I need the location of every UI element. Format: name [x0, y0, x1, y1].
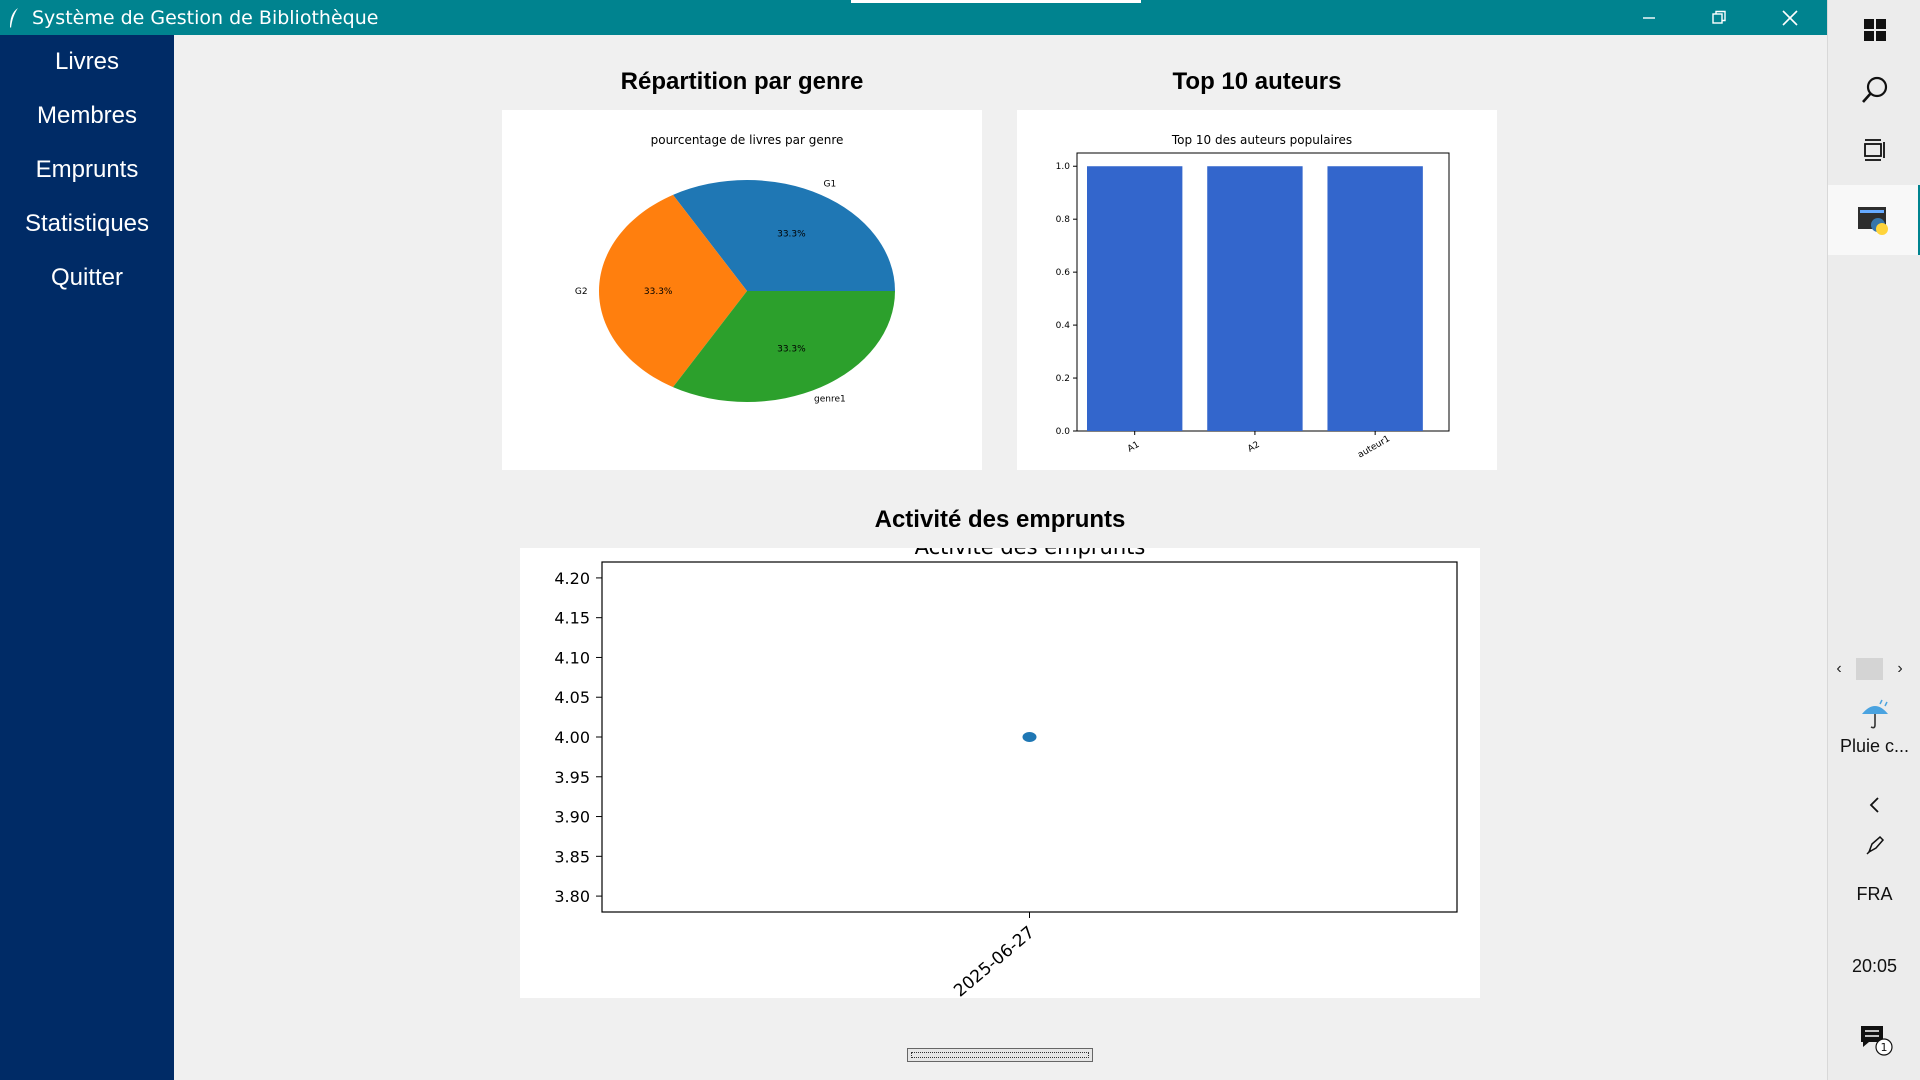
bottom-scroll-handle[interactable] — [907, 1048, 1093, 1062]
search-icon — [1861, 76, 1887, 103]
weather-label[interactable]: Pluie c... — [1828, 733, 1920, 759]
y-tick-label: 3.95 — [554, 768, 590, 787]
y-tick-label: 0.0 — [1056, 427, 1071, 437]
sidebar-item-livres[interactable]: Livres — [0, 35, 174, 89]
weather-icon-wrap[interactable] — [1828, 695, 1920, 733]
minimize-icon — [1643, 16, 1655, 19]
task-view-button[interactable] — [1828, 128, 1920, 172]
y-tick-label: 4.00 — [554, 728, 590, 747]
genre-pie-chart: pourcentage de livres par genre 33.3% G1 3… — [502, 110, 982, 470]
minimize-button[interactable] — [1614, 0, 1684, 35]
scroll-left-icon[interactable]: ‹ — [1828, 660, 1850, 678]
y-tick-label: 0.4 — [1056, 321, 1071, 331]
bar — [1087, 166, 1183, 431]
notification-center-button[interactable]: 1 — [1828, 1018, 1920, 1058]
y-tick-label: 1.0 — [1056, 162, 1071, 172]
pie-category-label: G1 — [824, 179, 837, 189]
python-app-icon — [1858, 207, 1888, 235]
chevron-left-icon — [1869, 797, 1879, 813]
restore-button[interactable] — [1684, 0, 1754, 35]
x-tick-label: A1 — [1126, 440, 1141, 455]
sidebar-item-quitter[interactable]: Quitter — [0, 251, 174, 305]
y-tick-label: 4.15 — [554, 609, 590, 628]
authors-section-title: Top 10 auteurs — [1172, 68, 1342, 95]
notification-count: 1 — [1880, 1041, 1887, 1054]
x-tick-label: 2025-06-27 — [950, 923, 1039, 998]
taskbar-app-python[interactable] — [1828, 185, 1920, 255]
language-indicator[interactable]: FRA — [1828, 880, 1920, 908]
sidebar-item-statistiques[interactable]: Statistiques — [0, 197, 174, 251]
y-tick-label: 4.10 — [554, 648, 590, 667]
y-tick-label: 0.8 — [1056, 215, 1071, 225]
x-tick-label: auteur1 — [1356, 434, 1392, 460]
search-button[interactable] — [1828, 68, 1920, 112]
sidebar-item-membres[interactable]: Membres — [0, 89, 174, 143]
notification-icon: 1 — [1860, 1026, 1893, 1056]
close-icon — [1782, 9, 1798, 26]
umbrella-rain-icon — [1861, 699, 1888, 729]
authors-bar-chart: Top 10 des auteurs populaires 0.0 0.2 0.4 0… — [1017, 110, 1497, 470]
task-view-icon — [1863, 139, 1885, 161]
taskbar: ‹ › Pluie c... FRA 20:05 1 — [1827, 0, 1920, 1080]
restore-icon — [1712, 10, 1726, 24]
window-title: Système de Gestion de Bibliothèque — [32, 6, 379, 29]
sidebar-item-emprunts[interactable]: Emprunts — [0, 143, 174, 197]
pen-button[interactable] — [1828, 830, 1920, 860]
y-tick-label: 3.85 — [554, 847, 590, 866]
bar — [1327, 166, 1423, 431]
title-bar-highlight — [851, 0, 1141, 3]
sidebar: Livres Membres Emprunts Statistiques Qui… — [0, 35, 174, 1080]
y-tick-label: 4.20 — [554, 569, 590, 588]
start-button[interactable] — [1828, 10, 1920, 50]
pie-category-label: G2 — [575, 287, 588, 297]
pie-chart-svg: pourcentage de livres par genre 33.3% G1 3… — [575, 133, 895, 405]
y-tick-label: 0.6 — [1056, 268, 1071, 278]
pie-pct-label: 33.3% — [777, 229, 806, 239]
pie-chart-title: pourcentage de livres par genre — [651, 133, 844, 147]
y-tick-label: 3.90 — [554, 808, 590, 827]
scatter-chart-svg: Activité des emprunts 3.80 3.85 3.90 3.95 4.… — [554, 548, 1458, 998]
activity-section-title: Activité des emprunts — [874, 506, 1126, 533]
pie-category-label: genre1 — [814, 395, 846, 405]
handle-focus-ring — [911, 1052, 1089, 1058]
scroll-right-icon[interactable]: › — [1889, 660, 1911, 678]
scatter-point — [1022, 732, 1037, 742]
scroll-thumb[interactable] — [1856, 658, 1883, 680]
title-bar: Système de Gestion de Bibliothèque — [0, 0, 1827, 35]
y-tick-label: 0.2 — [1056, 374, 1070, 384]
pie-pct-label: 33.3% — [644, 287, 673, 297]
x-tick-label: A2 — [1246, 440, 1261, 455]
taskbar-scroller[interactable]: ‹ › — [1828, 656, 1920, 682]
genre-section-title: Répartition par genre — [620, 68, 864, 95]
clock[interactable]: 20:05 — [1828, 952, 1920, 980]
windows-logo-icon — [1863, 19, 1886, 41]
main-content: Répartition par genre Top 10 auteurs pou… — [174, 35, 1827, 1080]
close-button[interactable] — [1755, 0, 1825, 35]
y-tick-label: 3.80 — [554, 887, 590, 906]
feather-icon — [8, 7, 24, 29]
bar-chart-svg: Top 10 des auteurs populaires 0.0 0.2 0.4 0… — [1056, 133, 1450, 460]
show-hidden-icons-button[interactable] — [1828, 790, 1920, 820]
pie-pct-label: 33.3% — [777, 345, 806, 355]
activity-scatter-chart: Activité des emprunts 3.80 3.85 3.90 3.95 4.… — [520, 548, 1480, 998]
y-tick-label: 4.05 — [554, 688, 590, 707]
bar-chart-title: Top 10 des auteurs populaires — [1171, 133, 1352, 147]
pen-icon — [1865, 835, 1884, 855]
scatter-chart-title: Activité des emprunts — [915, 548, 1146, 559]
bar — [1207, 166, 1303, 431]
